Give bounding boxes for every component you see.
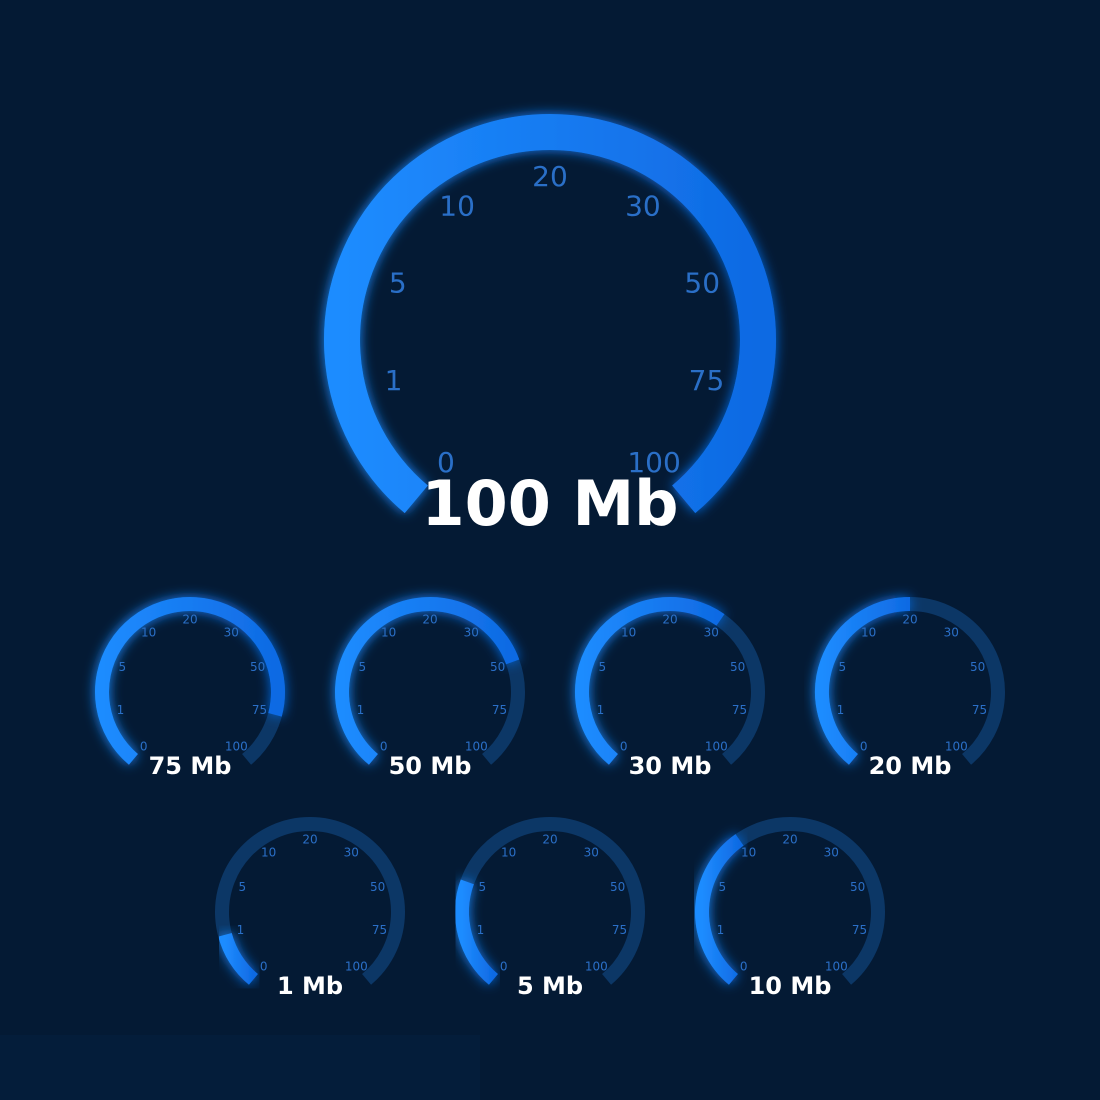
speed-gauge-75-mb: 015102030507510075 Mb [95, 597, 285, 780]
gauge-tick-label: 0 [500, 960, 508, 974]
gauge-tick-label: 10 [741, 846, 756, 860]
gauge-tick-label: 1 [385, 364, 403, 397]
gauge-tick-label: 50 [970, 660, 985, 674]
gauge-tick-label: 30 [704, 626, 719, 640]
gauge-tick-label: 10 [261, 846, 276, 860]
gauge-tick-label: 50 [850, 880, 865, 894]
gauge-value-arc [574, 596, 725, 765]
gauge-tick-label: 10 [381, 626, 396, 640]
gauge-tick-label: 0 [620, 740, 628, 754]
gauge-tick-label: 1 [597, 703, 605, 717]
gauge-tick-label: 5 [718, 880, 726, 894]
gauge-tick-label: 1 [837, 703, 845, 717]
gauge-tick-label: 75 [252, 703, 267, 717]
gauge-tick-label: 75 [612, 923, 627, 937]
gauge-tick-label: 10 [439, 189, 475, 222]
speed-gauge-1-mb: 0 1 5 10 20 30 50 75 1001 Mb [215, 817, 405, 1000]
speed-gauge-5-mb: 0 1 5 10 20 30 50 75 1005 Mb [455, 817, 645, 1000]
gauge-tick-label: 20 [662, 613, 677, 627]
gauge-tick-label: 50 [490, 660, 505, 674]
gauge-readout: 10 Mb [749, 972, 832, 1000]
gauge-tick-label: 75 [972, 703, 987, 717]
gauge-tick-label: 20 [782, 833, 797, 847]
gauge-tick-label: 5 [389, 267, 407, 300]
gauge-tick-label: 100 [345, 960, 368, 974]
gauge-readout: 75 Mb [149, 752, 232, 780]
gauge-tick-label: 50 [684, 267, 720, 300]
gauge-tick-label: 50 [250, 660, 265, 674]
gauge-tick-label: 20 [302, 833, 317, 847]
gauge-readout: 50 Mb [389, 752, 472, 780]
gauge-tick-label: 20 [542, 833, 557, 847]
gauge-tick-label: 0 [140, 740, 148, 754]
gauge-value-arc [335, 597, 520, 765]
gauge-tick-label: 50 [370, 880, 385, 894]
gauge-readout: 1 Mb [277, 972, 343, 1000]
speed-gauge-10-mb: 015102030507510010 Mb [695, 817, 885, 1000]
gauge-tick-label: 75 [852, 923, 867, 937]
speed-gauges: 0151020305075100100 Mb015102030507510075… [95, 114, 1005, 1000]
gauge-track [215, 817, 405, 985]
gauge-tick-label: 5 [838, 660, 846, 674]
gauge-tick-label: 30 [584, 846, 599, 860]
gauge-tick-label: 50 [730, 660, 745, 674]
gauge-tick-label: 20 [532, 160, 568, 193]
gauge-value-arc [95, 597, 285, 765]
speed-gauge-20-mb: 015102030507510020 Mb [815, 597, 1005, 780]
gauge-layer: 0151020305075100100 Mb015102030507510075… [95, 114, 1005, 1000]
gauge-tick-label: 30 [224, 626, 239, 640]
gauge-tick-label: 10 [621, 626, 636, 640]
speed-gauge-30-mb: 015102030507510030 Mb [574, 596, 765, 780]
gauge-tick-label: 30 [464, 626, 479, 640]
gauge-tick-label: 50 [610, 880, 625, 894]
gauge-tick-label: 5 [238, 880, 246, 894]
gauge-tick-label: 20 [182, 613, 197, 627]
gauge-tick-label: 20 [902, 613, 917, 627]
gauge-tick-label: 5 [358, 660, 366, 674]
gauge-tick-label: 30 [625, 189, 661, 222]
gauge-tick-label: 0 [260, 960, 268, 974]
gauge-value-arc [218, 932, 259, 985]
gauge-tick-label: 100 [585, 960, 608, 974]
gauge-readout: 30 Mb [629, 752, 712, 780]
gauge-tick-label: 75 [689, 364, 725, 397]
gauge-tick-label: 1 [357, 703, 365, 717]
gauge-tick-label: 1 [117, 703, 125, 717]
gauge-readout: 100 Mb [421, 467, 678, 540]
gauge-tick-label: 30 [344, 846, 359, 860]
gauge-tick-label: 10 [501, 846, 516, 860]
gauge-readout: 20 Mb [869, 752, 952, 780]
gauge-tick-label: 20 [422, 613, 437, 627]
gauge-tick-label: 10 [861, 626, 876, 640]
gauge-tick-label: 30 [824, 846, 839, 860]
gauge-tick-label: 5 [118, 660, 126, 674]
gauge-tick-label: 1 [237, 923, 245, 937]
gauge-tick-label: 5 [598, 660, 606, 674]
gauge-tick-label: 5 [478, 880, 486, 894]
gauge-tick-label: 75 [492, 703, 507, 717]
gauge-tick-label: 1 [477, 923, 485, 937]
gauge-value-arc [695, 834, 744, 985]
gauge-tick-label: 0 [860, 740, 868, 754]
speed-gauge-50-mb: 015102030507510050 Mb [335, 597, 525, 780]
gauge-tick-label: 0 [380, 740, 388, 754]
gauge-tick-label: 75 [732, 703, 747, 717]
gauge-tick-label: 10 [141, 626, 156, 640]
gauge-readout: 5 Mb [517, 972, 583, 1000]
gauge-tick-label: 1 [717, 923, 725, 937]
gauge-tick-label: 30 [944, 626, 959, 640]
main-speed-gauge: 0151020305075100100 Mb [324, 114, 776, 540]
gauge-tick-label: 0 [740, 960, 748, 974]
gauge-tick-label: 75 [372, 923, 387, 937]
gauge-track [455, 817, 645, 985]
